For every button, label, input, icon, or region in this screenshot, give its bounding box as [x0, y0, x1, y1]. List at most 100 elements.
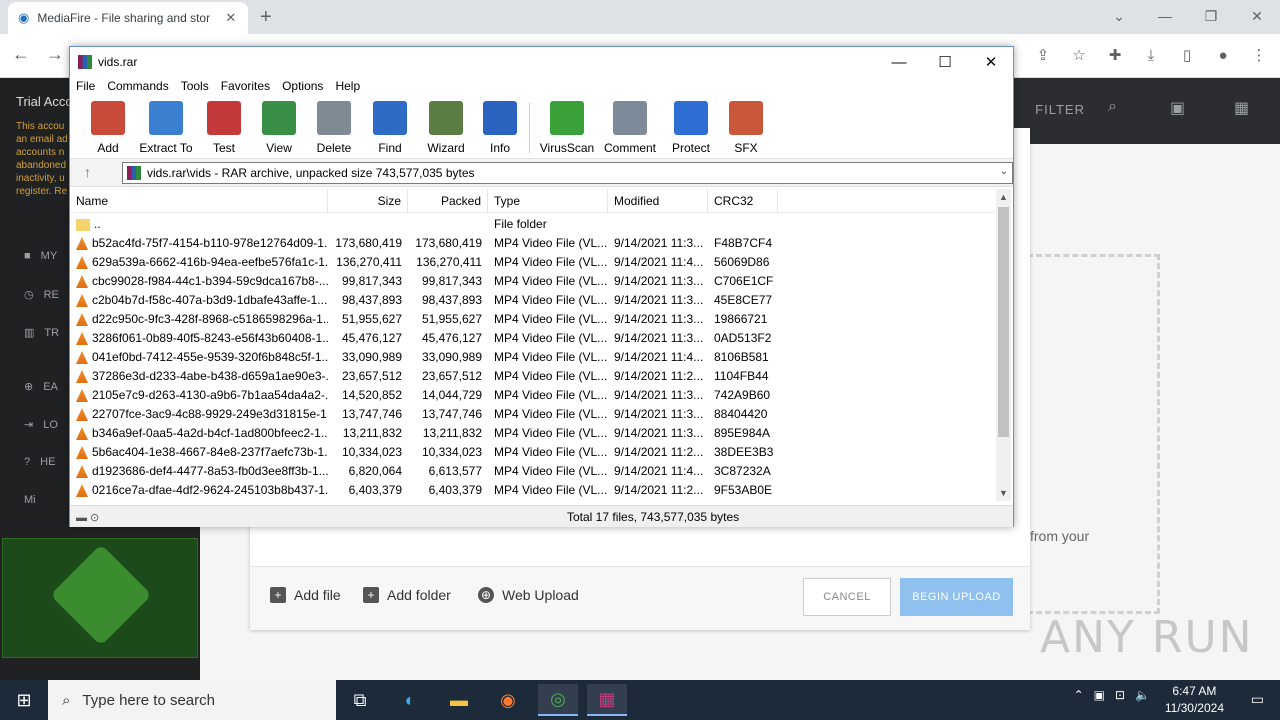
wizard-button[interactable]: Wizard	[416, 101, 476, 155]
table-row[interactable]: b346a9ef-0aa5-4a2d-b4cf-1ad800bfeec2-1..…	[70, 424, 996, 443]
table-row[interactable]: 629a539a-6662-416b-94ea-eefbe576fa1c-1..…	[70, 253, 996, 272]
minimize-icon[interactable]: —	[876, 47, 922, 77]
share-icon[interactable]: ⇪	[1032, 43, 1054, 67]
delete-button[interactable]: Delete	[304, 101, 364, 155]
virusscan-button[interactable]: VirusScan	[537, 101, 597, 155]
browser-tab[interactable]: ◉ MediaFire - File sharing and stor ✕	[8, 2, 248, 34]
security-icon[interactable]: ▣	[1094, 688, 1105, 702]
sidebar-item-recent[interactable]: ◷ RE	[24, 288, 64, 302]
menu-commands[interactable]: Commands	[107, 77, 174, 97]
notification-icon[interactable]: ▭	[1251, 691, 1264, 708]
web-upload-button[interactable]: ⊕ Web Upload	[478, 587, 579, 603]
table-row[interactable]: cbc99028-f984-44c1-b394-59c9dca167b8-...…	[70, 272, 996, 291]
close-window-icon[interactable]: ✕	[1234, 0, 1280, 32]
profile-icon[interactable]: ●	[1212, 43, 1234, 67]
cancel-button[interactable]: CANCEL	[803, 578, 891, 616]
close-icon[interactable]: ✕	[968, 47, 1014, 77]
winrar-taskbar-icon[interactable]: ▦	[587, 684, 627, 716]
new-tab-button[interactable]: +	[260, 6, 272, 29]
menu-favorites[interactable]: Favorites	[221, 77, 276, 97]
extract-to-button[interactable]: Extract To	[136, 101, 196, 155]
restore-icon[interactable]: ❐	[1188, 0, 1234, 32]
table-row[interactable]: 22707fce-3ac9-4c88-9929-249e3d31815e-1..…	[70, 405, 996, 424]
up-arrow-icon[interactable]: ↑	[84, 164, 91, 180]
add-file-button[interactable]: + Add file	[270, 587, 341, 603]
tab-close-icon[interactable]: ✕	[225, 10, 236, 26]
back-icon[interactable]: ←	[12, 44, 30, 65]
scroll-down-icon[interactable]: ▼	[996, 485, 1011, 501]
sidepanel-icon[interactable]: ▯	[1176, 43, 1198, 67]
chevron-up-icon[interactable]: ⌃	[1074, 688, 1084, 702]
table-row[interactable]: 5b6ac404-1e38-4667-84e8-237f7aefc73b-1..…	[70, 443, 996, 462]
begin-upload-button[interactable]: BEGIN UPLOAD	[900, 578, 1013, 616]
clock[interactable]: 6:47 AM 11/30/2024	[1165, 683, 1224, 717]
sidebar-item-my-files[interactable]: ■ MY	[24, 250, 64, 262]
cell-packed: 45,476,127	[421, 331, 482, 345]
sidebar-item-trash[interactable]: ▥ TR	[24, 326, 64, 340]
drive-icon: ▬ ⊙	[76, 512, 100, 524]
volume-icon[interactable]: 🔈	[1135, 688, 1150, 702]
table-row[interactable]: 2105e7c9-d263-4130-a9b6-7b1aa54da4a2-...…	[70, 386, 996, 405]
address-field[interactable]: vids.rar\vids - RAR archive, unpacked si…	[122, 162, 1013, 184]
download-icon[interactable]: ⤓	[1140, 43, 1162, 67]
menu-icon[interactable]: ⋮	[1248, 43, 1270, 67]
bookmark-star-icon[interactable]: ☆	[1068, 43, 1090, 67]
table-row[interactable]: c2b04b7d-f58c-407a-b3d9-1dbafe43affe-1..…	[70, 291, 996, 310]
file-explorer-icon[interactable]: ▬	[439, 684, 479, 716]
table-row[interactable]: 3286f061-0b89-40f5-8243-e56f43b60408-1..…	[70, 329, 996, 348]
filter-button[interactable]: FILTER	[1035, 102, 1085, 117]
column-modified[interactable]: Modified	[608, 189, 708, 213]
add-button[interactable]: Add	[78, 101, 138, 155]
chrome-icon[interactable]: ◎	[538, 684, 578, 716]
sidebar-item-logout[interactable]: ⇥ LO	[24, 418, 64, 432]
find-button[interactable]: Find	[360, 101, 420, 155]
menu-tools[interactable]: Tools	[181, 77, 215, 97]
sidebar-item-more[interactable]: Mi	[24, 494, 64, 506]
table-row[interactable]: 0216ce7a-dfae-4df2-9624-245103b8b437-1..…	[70, 481, 996, 500]
table-row[interactable]: 37286e3d-d233-4abe-b438-d659a1ae90e3-...…	[70, 367, 996, 386]
windows-start-icon[interactable]: ⊞	[0, 680, 48, 720]
firefox-icon[interactable]: ◉	[488, 684, 528, 716]
table-row-parent[interactable]: .. File folder	[70, 215, 996, 234]
vlc-file-icon	[76, 313, 88, 326]
column-type[interactable]: Type	[488, 189, 608, 213]
grid-view-icon[interactable]: ▦	[1234, 98, 1256, 120]
search-icon[interactable]: ⌕	[1108, 98, 1130, 120]
info-button[interactable]: Info	[470, 101, 530, 155]
add-folder-button[interactable]: + Add folder	[363, 587, 451, 603]
taskbar-search[interactable]: ⌕ Type here to search	[48, 680, 336, 720]
table-row[interactable]: b52ac4fd-75f7-4154-b110-978e12764d09-1..…	[70, 234, 996, 253]
extensions-icon[interactable]: ✚	[1104, 43, 1126, 67]
test-button[interactable]: Test	[194, 101, 254, 155]
task-view-icon[interactable]: ⧉	[340, 684, 380, 716]
vertical-scrollbar[interactable]: ▲ ▼	[996, 189, 1011, 501]
column-crc32[interactable]: CRC32	[708, 189, 778, 213]
column-size[interactable]: Size	[328, 189, 408, 213]
protect-button[interactable]: Protect	[661, 101, 721, 155]
new-folder-icon[interactable]: ▣	[1170, 98, 1192, 120]
cell-size: 14,520,852	[341, 388, 402, 402]
sidebar-item-earn[interactable]: ⊕ EA	[24, 380, 64, 394]
network-icon[interactable]: ⊡	[1115, 688, 1125, 702]
menu-help[interactable]: Help	[335, 77, 366, 97]
edge-icon[interactable]: ◐	[390, 684, 430, 716]
table-row[interactable]: 041ef0bd-7412-455e-9539-320f6b848c5f-1..…	[70, 348, 996, 367]
table-row[interactable]: d1923686-def4-4477-8a53-fb0d3ee8ff3b-1..…	[70, 462, 996, 481]
column-name[interactable]: Name	[70, 189, 328, 213]
menu-file[interactable]: File	[76, 77, 101, 97]
chevron-down-icon[interactable]: ⌄	[1000, 166, 1008, 177]
column-packed[interactable]: Packed	[408, 189, 488, 213]
forward-icon[interactable]: →	[46, 44, 64, 65]
tab-search-icon[interactable]: ⌄	[1096, 0, 1142, 32]
minimize-icon[interactable]: —	[1142, 0, 1188, 32]
table-row[interactable]: d22c950c-9fc3-428f-8968-c5186598296a-1..…	[70, 310, 996, 329]
scroll-up-icon[interactable]: ▲	[996, 189, 1011, 205]
view-button[interactable]: View	[249, 101, 309, 155]
scroll-thumb[interactable]	[998, 207, 1009, 437]
sidebar-ad[interactable]	[2, 538, 198, 658]
sfx-button[interactable]: SFX	[716, 101, 776, 155]
sidebar-item-help[interactable]: ? HE	[24, 456, 64, 468]
comment-button[interactable]: Comment	[600, 101, 660, 155]
menu-options[interactable]: Options	[282, 77, 329, 97]
maximize-icon[interactable]: ☐	[922, 47, 968, 77]
